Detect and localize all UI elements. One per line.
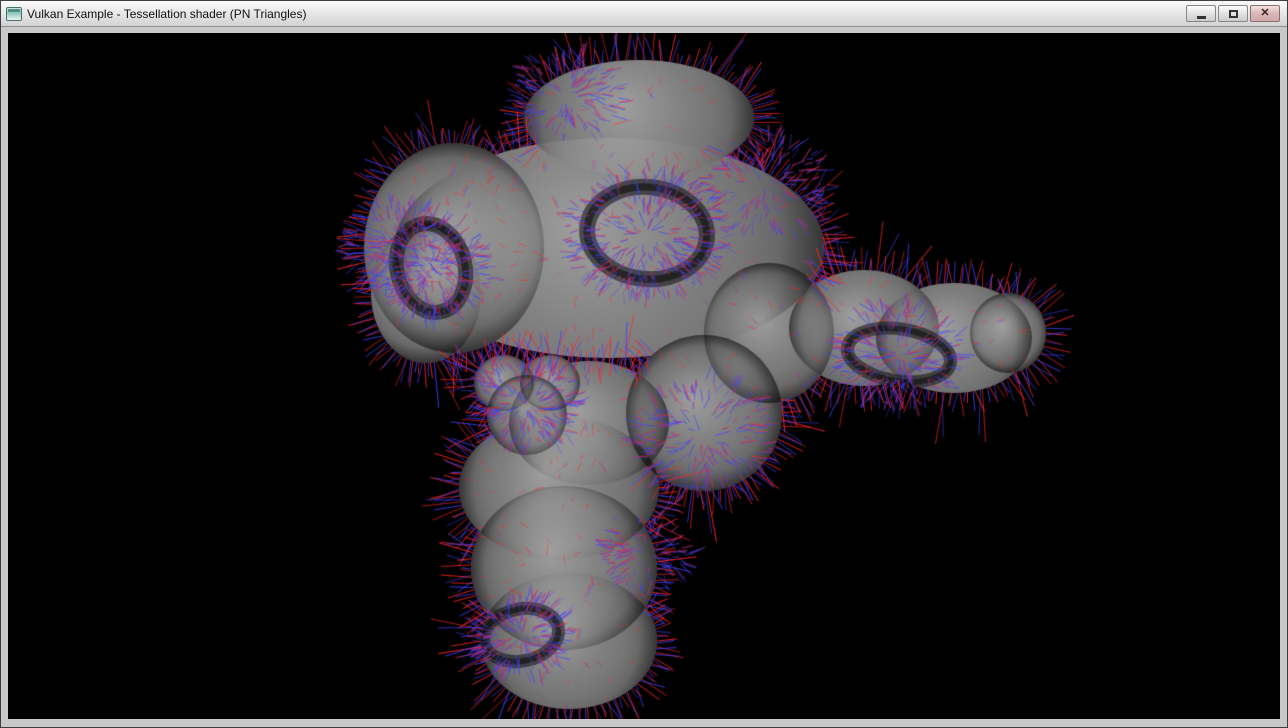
maximize-icon [1229, 10, 1238, 18]
window-controls: ✕ [1186, 5, 1282, 22]
maximize-button[interactable] [1218, 5, 1248, 22]
minimize-button[interactable] [1186, 5, 1216, 22]
app-icon [6, 7, 22, 21]
window-frame [1, 27, 1287, 727]
render-viewport[interactable] [8, 33, 1280, 719]
close-icon: ✕ [1260, 8, 1269, 19]
close-button[interactable]: ✕ [1250, 5, 1280, 22]
titlebar[interactable]: Vulkan Example - Tessellation shader (PN… [1, 1, 1287, 27]
minimize-icon [1197, 16, 1206, 19]
app-window: Vulkan Example - Tessellation shader (PN… [0, 0, 1288, 728]
window-title: Vulkan Example - Tessellation shader (PN… [27, 7, 306, 21]
